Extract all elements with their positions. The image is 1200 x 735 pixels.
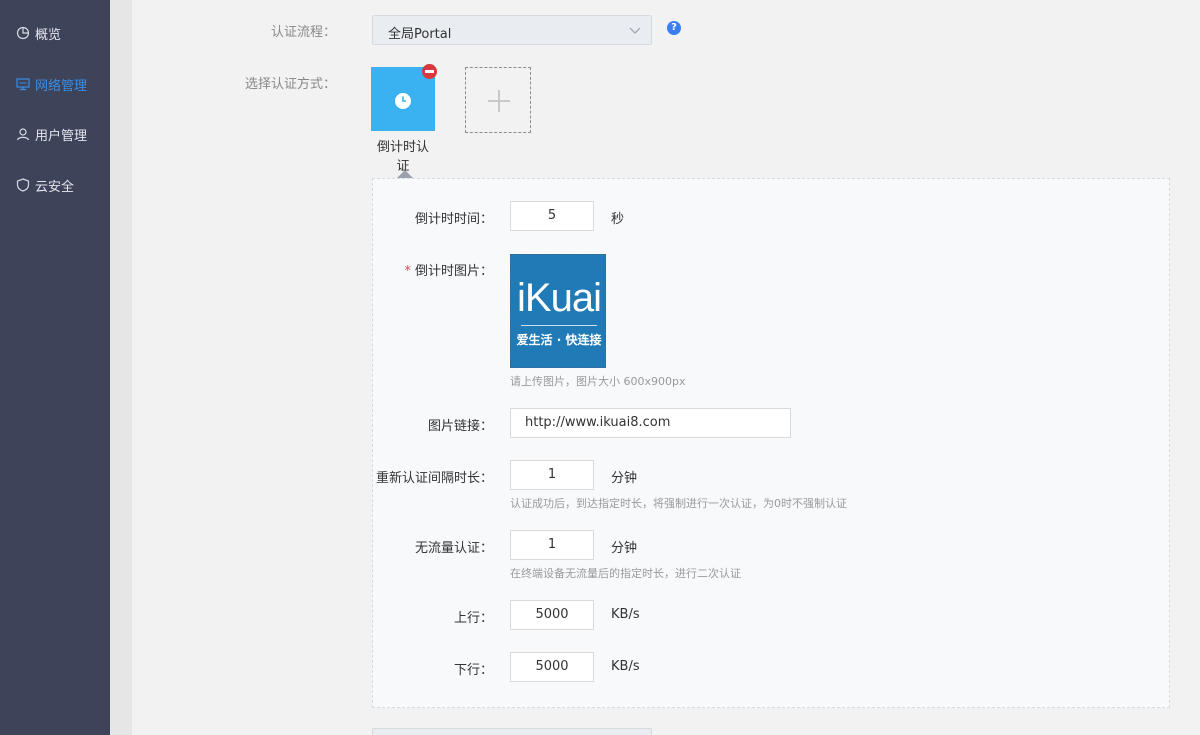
- countdown-time-label: 倒计时时间：: [414, 212, 493, 227]
- add-method-button[interactable]: [465, 67, 531, 133]
- download-unit: KB/s: [611, 659, 640, 674]
- next-field-select[interactable]: [372, 728, 652, 735]
- main-content: 认证流程： 全局Portal ? 选择认证方式： 倒计时认证 倒计时时间： 5 …: [132, 0, 1200, 735]
- gutter: [110, 0, 132, 735]
- reauth-hint: 认证成功后，到达指定时长，将强制进行一次认证，为0时不强制认证: [510, 497, 847, 510]
- countdown-settings-panel: 倒计时时间： 5 秒 * 倒计时图片： iKuai 爱生活 · 快连接 请上传图片…: [372, 178, 1170, 708]
- sidebar-item-label: 用户管理: [35, 128, 88, 144]
- countdown-time-unit: 秒: [611, 212, 625, 227]
- chevron-down-icon: [629, 27, 641, 34]
- reauth-unit: 分钟: [611, 471, 638, 486]
- sidebar-item-cloud-security[interactable]: 云安全: [0, 170, 110, 200]
- idle-auth-hint: 在终端设备无流量后的指定时长，进行二次认证: [510, 567, 741, 580]
- sidebar-item-label: 网络管理: [35, 78, 88, 94]
- auth-flow-value: 全局Portal: [388, 27, 452, 42]
- upload-input[interactable]: 5000: [510, 600, 594, 630]
- monitor-icon: [16, 78, 30, 91]
- idle-auth-unit: 分钟: [611, 541, 638, 556]
- flow-label: 认证流程：: [270, 25, 336, 40]
- shield-icon: [16, 178, 30, 192]
- idle-auth-input[interactable]: 1: [510, 530, 594, 560]
- upload-label: 上行：: [453, 611, 493, 626]
- help-icon[interactable]: ?: [667, 21, 681, 35]
- method-label: 选择认证方式：: [244, 77, 336, 92]
- image-link-input[interactable]: http://www.ikuai8.com: [510, 408, 791, 438]
- reauth-input[interactable]: 1: [510, 460, 594, 490]
- required-mark: *: [404, 264, 411, 279]
- pie-chart-icon: [16, 26, 30, 40]
- remove-method-icon[interactable]: [422, 64, 437, 79]
- upload-unit: KB/s: [611, 607, 640, 622]
- download-label: 下行：: [453, 663, 493, 678]
- image-hint: 请上传图片，图片大小 600x900px: [510, 375, 686, 388]
- sidebar-item-users[interactable]: 用户管理: [0, 119, 110, 149]
- download-input[interactable]: 5000: [510, 652, 594, 682]
- sidebar-item-network[interactable]: 网络管理: [0, 69, 110, 99]
- clock-icon: [395, 93, 411, 109]
- countdown-image-label: * 倒计时图片：: [404, 264, 493, 279]
- sidebar-item-label: 概览: [35, 27, 62, 43]
- countdown-image-upload[interactable]: iKuai 爱生活 · 快连接: [510, 254, 606, 368]
- sidebar-item-overview[interactable]: 概览: [0, 18, 110, 48]
- idle-auth-label: 无流量认证：: [414, 541, 493, 556]
- logo-slogan: 爱生活 · 快连接: [516, 333, 602, 347]
- sidebar-item-label: 云安全: [35, 179, 75, 195]
- image-link-label: 图片链接：: [427, 419, 493, 434]
- ikuai-logo: iKuai: [517, 276, 602, 320]
- sidebar: 概览 网络管理 用户管理 云安全: [0, 0, 110, 735]
- countdown-time-input[interactable]: 5: [510, 201, 594, 231]
- reauth-label: 重新认证间隔时长：: [375, 471, 493, 486]
- user-icon: [16, 128, 30, 141]
- auth-flow-select[interactable]: 全局Portal: [372, 15, 652, 45]
- method-caption: 倒计时认证: [376, 140, 429, 174]
